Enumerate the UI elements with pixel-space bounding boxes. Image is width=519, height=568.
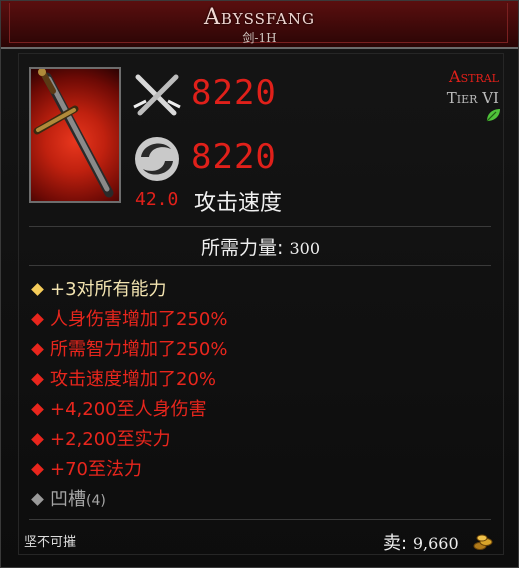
- diamond-icon: [31, 342, 44, 356]
- item-name: Abyssfang: [204, 5, 315, 30]
- leaf-icon: [486, 109, 500, 122]
- sell-label: 卖:: [383, 533, 408, 554]
- crossed-swords-icon: [133, 74, 181, 116]
- divider: [29, 519, 491, 520]
- socket-line: 凹槽(4): [31, 487, 106, 513]
- diamond-icon: [31, 462, 44, 476]
- gold-coins-icon: [473, 534, 493, 550]
- affix-mod: +70至法力: [31, 457, 142, 483]
- diamond-icon: [31, 492, 44, 506]
- requirement-label: 所需力量:: [201, 237, 284, 259]
- diamond-icon: [31, 312, 44, 326]
- affix-text: 人身伤害增加了250%: [50, 309, 228, 330]
- requirement-value: 300: [289, 239, 320, 258]
- affix-text: +2,200至实力: [50, 429, 171, 450]
- sell-value: 9,660: [412, 534, 459, 553]
- sword-icon: [33, 69, 114, 198]
- item-image: [29, 67, 121, 203]
- affix-mod: 所需智力增加了250%: [31, 337, 227, 363]
- affix-mod: +2,200至实力: [31, 427, 171, 453]
- affix-implicit: +3对所有能力: [31, 277, 167, 303]
- socket-count: (4): [86, 493, 106, 509]
- diamond-icon: [31, 282, 44, 296]
- physical-damage: 8220: [191, 73, 277, 113]
- affix-text: 攻击速度增加了20%: [50, 369, 217, 390]
- item-tier: Tier VI: [446, 89, 499, 107]
- item-tooltip: Abyssfang 剑-1H 8220 8220 42.0 攻击速度 Astra…: [0, 0, 519, 568]
- affix-text: +70至法力: [50, 459, 142, 480]
- affix-text: +3对所有能力: [50, 279, 167, 300]
- swirl-orb-icon: [135, 137, 179, 181]
- attack-speed-value: 42.0: [135, 189, 179, 210]
- affix-text: 所需智力增加了250%: [50, 339, 228, 360]
- item-type: 剑-1H: [242, 31, 277, 45]
- indestructible-flag: 坚不可摧: [24, 535, 77, 550]
- diamond-icon: [31, 402, 44, 416]
- affix-mod: 攻击速度增加了20%: [31, 367, 216, 393]
- divider: [29, 265, 491, 266]
- attack-speed-label: 攻击速度: [194, 191, 283, 216]
- socket-label: 凹槽: [50, 489, 86, 510]
- diamond-icon: [31, 432, 44, 446]
- elemental-damage: 8220: [191, 137, 277, 177]
- sell-price: 卖: 9,660: [383, 529, 459, 555]
- divider: [29, 226, 491, 227]
- affix-text: +4,200至人身伤害: [50, 399, 207, 420]
- affix-mod: 人身伤害增加了250%: [31, 307, 227, 333]
- affix-mod: +4,200至人身伤害: [31, 397, 207, 423]
- requirement: 所需力量: 300: [1, 233, 519, 260]
- item-rarity: Astral: [449, 67, 499, 86]
- diamond-icon: [31, 372, 44, 386]
- title-bar: Abyssfang 剑-1H: [1, 1, 518, 49]
